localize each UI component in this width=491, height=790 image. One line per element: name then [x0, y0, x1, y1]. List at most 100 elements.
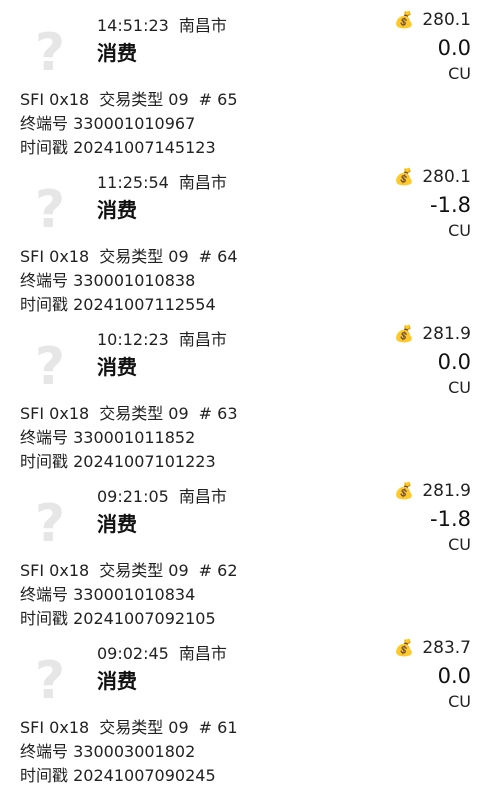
timestamp-value: 20241007092105 — [73, 609, 216, 628]
money-bag-icon: 💰 — [394, 638, 415, 657]
svg-text:?: ? — [35, 337, 65, 396]
question-mark-icon: ? — [35, 337, 65, 396]
seq-value: 63 — [217, 404, 238, 423]
txn-type-label: 交易类型 — [99, 404, 164, 423]
seq-hash: # — [198, 90, 213, 109]
sfi-label: SFI — [20, 90, 45, 109]
balance-line: 💰 283.7 — [394, 638, 471, 658]
sfi-value: 0x18 — [49, 247, 90, 266]
transaction-time: 09:02:45 — [97, 644, 169, 663]
amount-column: 💰 281.9 -1.8 CU — [394, 481, 471, 554]
sfi-value: 0x18 — [49, 404, 90, 423]
sfi-line: SFI 0x18 交易类型 09 # 63 — [20, 402, 238, 426]
transaction-details: SFI 0x18 交易类型 09 # 62 终端号 330001010834 时间戳… — [20, 559, 238, 631]
txn-type-value: 09 — [168, 247, 189, 266]
txn-type-label: 交易类型 — [99, 90, 164, 109]
currency-label: CU — [448, 378, 471, 397]
terminal-value: 330001010834 — [73, 585, 196, 604]
money-bag-icon: 💰 — [394, 167, 415, 186]
time-location: 09:02:45 南昌市 — [97, 640, 227, 664]
txn-type-label: 交易类型 — [99, 247, 164, 266]
balance-value: 280.1 — [422, 167, 471, 187]
transaction-details: SFI 0x18 交易类型 09 # 61 终端号 330003001802 时间戳… — [20, 716, 238, 788]
txn-type-value: 09 — [168, 404, 189, 423]
timestamp-label: 时间戳 — [20, 295, 69, 314]
balance-line: 💰 280.1 — [394, 167, 471, 187]
money-bag-icon: 💰 — [394, 481, 415, 500]
timestamp-value: 20241007112554 — [73, 295, 216, 314]
transaction-type: 消费 — [97, 41, 137, 65]
svg-text:?: ? — [35, 180, 65, 239]
balance-value: 283.7 — [422, 638, 471, 658]
timestamp-label: 时间戳 — [20, 452, 69, 471]
question-mark-icon: ? — [35, 23, 65, 82]
terminal-value: 330003001802 — [73, 742, 196, 761]
currency-label: CU — [448, 692, 471, 711]
transaction-amount: 0.0 — [437, 36, 471, 60]
time-location: 09:21:05 南昌市 — [97, 483, 227, 507]
transaction-time: 11:25:54 — [97, 173, 169, 192]
sfi-label: SFI — [20, 404, 45, 423]
balance-value: 281.9 — [422, 481, 471, 501]
seq-value: 61 — [217, 718, 238, 737]
timestamp-label: 时间戳 — [20, 609, 69, 628]
transaction-time: 09:21:05 — [97, 487, 169, 506]
amount-column: 💰 281.9 0.0 CU — [394, 324, 471, 397]
txn-type-value: 09 — [168, 90, 189, 109]
sfi-value: 0x18 — [49, 718, 90, 737]
timestamp-value: 20241007145123 — [73, 138, 216, 157]
transaction-type: 消费 — [97, 198, 137, 222]
amount-column: 💰 280.1 -1.8 CU — [394, 167, 471, 240]
terminal-line: 终端号 330001010838 — [20, 269, 238, 293]
transaction-record[interactable]: ? 09:21:05 南昌市 消费 💰 281.9 -1.8 CU SFI 0x18… — [0, 471, 491, 628]
money-bag-icon: 💰 — [394, 10, 415, 29]
transaction-amount: 0.0 — [437, 664, 471, 688]
transaction-amount: -1.8 — [430, 193, 471, 217]
balance-value: 280.1 — [422, 10, 471, 30]
sfi-line: SFI 0x18 交易类型 09 # 65 — [20, 88, 238, 112]
transaction-details: SFI 0x18 交易类型 09 # 64 终端号 330001010838 时间戳… — [20, 245, 238, 317]
question-mark-icon: ? — [35, 180, 65, 239]
seq-hash: # — [198, 247, 213, 266]
sfi-value: 0x18 — [49, 90, 90, 109]
transaction-details: SFI 0x18 交易类型 09 # 65 终端号 330001010967 时间戳… — [20, 88, 238, 160]
transaction-location: 南昌市 — [178, 487, 227, 506]
terminal-label: 终端号 — [20, 585, 69, 604]
transaction-time: 10:12:23 — [97, 330, 169, 349]
seq-value: 62 — [217, 561, 238, 580]
timestamp-label: 时间戳 — [20, 766, 69, 785]
txn-type-value: 09 — [168, 561, 189, 580]
balance-line: 💰 280.1 — [394, 10, 471, 30]
sfi-line: SFI 0x18 交易类型 09 # 61 — [20, 716, 238, 740]
time-location: 11:25:54 南昌市 — [97, 169, 227, 193]
txn-type-label: 交易类型 — [99, 561, 164, 580]
txn-type-label: 交易类型 — [99, 718, 164, 737]
terminal-label: 终端号 — [20, 428, 69, 447]
terminal-value: 330001011852 — [73, 428, 196, 447]
transaction-list: ? 14:51:23 南昌市 消费 💰 280.1 0.0 CU SFI 0x18 交… — [0, 0, 491, 790]
transaction-type: 消费 — [97, 355, 137, 379]
amount-column: 💰 280.1 0.0 CU — [394, 10, 471, 83]
sfi-label: SFI — [20, 247, 45, 266]
terminal-label: 终端号 — [20, 271, 69, 290]
terminal-value: 330001010967 — [73, 114, 196, 133]
transaction-record[interactable]: ? 11:25:54 南昌市 消费 💰 280.1 -1.8 CU SFI 0x18… — [0, 157, 491, 314]
transaction-location: 南昌市 — [178, 644, 227, 663]
question-mark-icon: ? — [35, 651, 65, 710]
transaction-record[interactable]: ? 14:51:23 南昌市 消费 💰 280.1 0.0 CU SFI 0x18 交… — [0, 0, 491, 157]
currency-label: CU — [448, 535, 471, 554]
terminal-label: 终端号 — [20, 742, 69, 761]
terminal-line: 终端号 330001011852 — [20, 426, 238, 450]
transaction-location: 南昌市 — [178, 16, 227, 35]
transaction-record[interactable]: ? 10:12:23 南昌市 消费 💰 281.9 0.0 CU SFI 0x18 交… — [0, 314, 491, 471]
transaction-record[interactable]: ? 09:02:45 南昌市 消费 💰 283.7 0.0 CU SFI 0x18 交… — [0, 628, 491, 785]
txn-type-value: 09 — [168, 718, 189, 737]
transaction-amount: 0.0 — [437, 350, 471, 374]
money-bag-icon: 💰 — [394, 324, 415, 343]
balance-line: 💰 281.9 — [394, 481, 471, 501]
svg-text:?: ? — [35, 494, 65, 553]
sfi-line: SFI 0x18 交易类型 09 # 64 — [20, 245, 238, 269]
transaction-type: 消费 — [97, 669, 137, 693]
transaction-details: SFI 0x18 交易类型 09 # 63 终端号 330001011852 时间戳… — [20, 402, 238, 474]
currency-label: CU — [448, 221, 471, 240]
